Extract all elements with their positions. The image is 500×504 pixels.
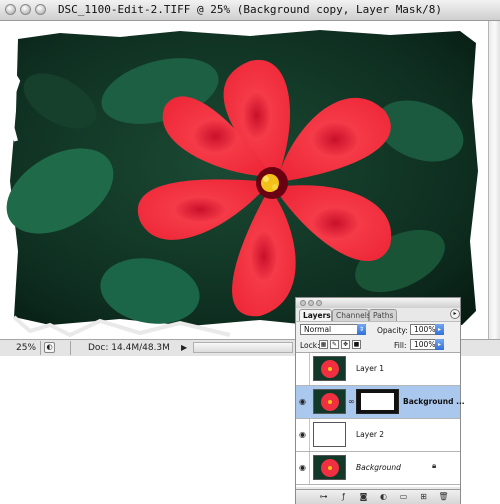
eye-icon[interactable]: ◉ [296,386,310,418]
eye-icon[interactable]: ◉ [296,452,310,484]
chain-link-icon[interactable]: ∞ [348,397,355,406]
tab-layers[interactable]: Layers [299,309,332,321]
title-bar[interactable]: DSC_1100-Edit-2.TIFF @ 25% (Background c… [0,0,500,21]
blend-mode-value: Normal [304,325,332,334]
adjustment-layer-icon[interactable]: ◐ [378,492,389,502]
fill-label: Fill: [394,341,407,350]
layer-name[interactable]: Background ... [403,397,465,406]
palette-close-button[interactable] [300,300,306,306]
palette-tabs: Layers Channels Paths ▸ [296,308,460,321]
document-size: Doc: 14.4M/48.3M [88,343,170,353]
palette-toolbar: ⊶ ƒ ◙ ◐ ▭ ⊞ 🗑︎ [296,489,460,504]
image-canvas[interactable] [0,21,488,339]
new-group-icon[interactable]: ▭ [398,492,409,502]
tab-channels[interactable]: Channels [332,309,371,321]
fill-value: 100% [414,340,436,349]
document-title: DSC_1100-Edit-2.TIFF @ 25% (Background c… [57,3,443,16]
lock-icon: 🔒︎ [432,461,437,470]
layer-style-icon[interactable]: ƒ [338,492,349,502]
add-mask-icon[interactable]: ◙ [358,492,369,502]
layer-thumbnail [313,389,346,414]
palette-title-bar[interactable] [296,298,460,308]
opacity-label: Opacity: [377,326,408,335]
palette-zoom-button[interactable] [316,300,322,306]
layer-thumbnail [313,356,346,381]
lock-image-icon[interactable]: ✎ [330,340,339,349]
chevron-right-icon[interactable]: ▸ [435,339,444,350]
layer-row[interactable]: ◉ ∞ Background ... [296,386,465,419]
vertical-scrollbar[interactable] [488,21,500,339]
opacity-field[interactable]: 100% ▸ [410,324,444,335]
divider [40,341,41,355]
chevron-right-icon[interactable]: ▸ [435,324,444,335]
palette-menu-icon[interactable]: ▸ [450,309,460,319]
visibility-toggle[interactable] [296,353,310,385]
divider [70,341,71,355]
layer-mask-thumbnail[interactable] [356,389,399,414]
flower-thumbnail [314,357,345,380]
layer-row[interactable]: ◉ Layer 2 [296,419,460,452]
layers-palette: Layers Channels Paths ▸ Normal ⇕ Opacity… [295,297,465,504]
blend-mode-select[interactable]: Normal ⇕ [300,324,366,335]
trash-icon[interactable]: 🗑︎ [438,492,449,502]
blend-row: Normal ⇕ Opacity: 100% ▸ [296,321,460,339]
lock-label: Lock: [300,341,320,350]
zoom-level[interactable]: 25% [16,343,36,353]
status-arrow-icon[interactable]: ▶ [181,342,191,353]
layer-name[interactable]: Background [356,463,401,472]
lock-row: Lock: ▦ ✎ ✥ ■ Fill: 100% ▸ [296,338,460,353]
fill-field[interactable]: 100% ▸ [410,339,444,350]
chevron-down-icon: ⇕ [357,324,366,335]
layer-name[interactable]: Layer 2 [356,430,384,439]
lock-position-icon[interactable]: ✥ [341,340,350,349]
eye-icon[interactable]: ◉ [296,419,310,451]
flower-thumbnail [314,456,345,479]
hibiscus-photo [0,21,488,339]
layer-thumbnail [313,422,346,447]
layer-name[interactable]: Layer 1 [356,364,384,373]
layer-row[interactable]: ◉ Background 🔒︎ [296,452,460,485]
tab-paths[interactable]: Paths [369,309,397,321]
status-menu-icon[interactable]: ◐ [44,342,55,353]
palette-minimize-button[interactable] [308,300,314,306]
opacity-value: 100% [414,325,436,334]
horizontal-scrollbar[interactable] [193,342,293,353]
lock-transparency-icon[interactable]: ▦ [319,340,328,349]
lock-all-icon[interactable]: ■ [352,340,361,349]
layers-list: Layer 1 ◉ ∞ Background ... ◉ Layer 2 ◉ B… [296,353,465,487]
layer-thumbnail [313,455,346,480]
layer-row[interactable]: Layer 1 [296,353,460,386]
link-layers-icon[interactable]: ⊶ [318,492,329,502]
new-layer-icon[interactable]: ⊞ [418,492,429,502]
flower-thumbnail [314,390,345,413]
